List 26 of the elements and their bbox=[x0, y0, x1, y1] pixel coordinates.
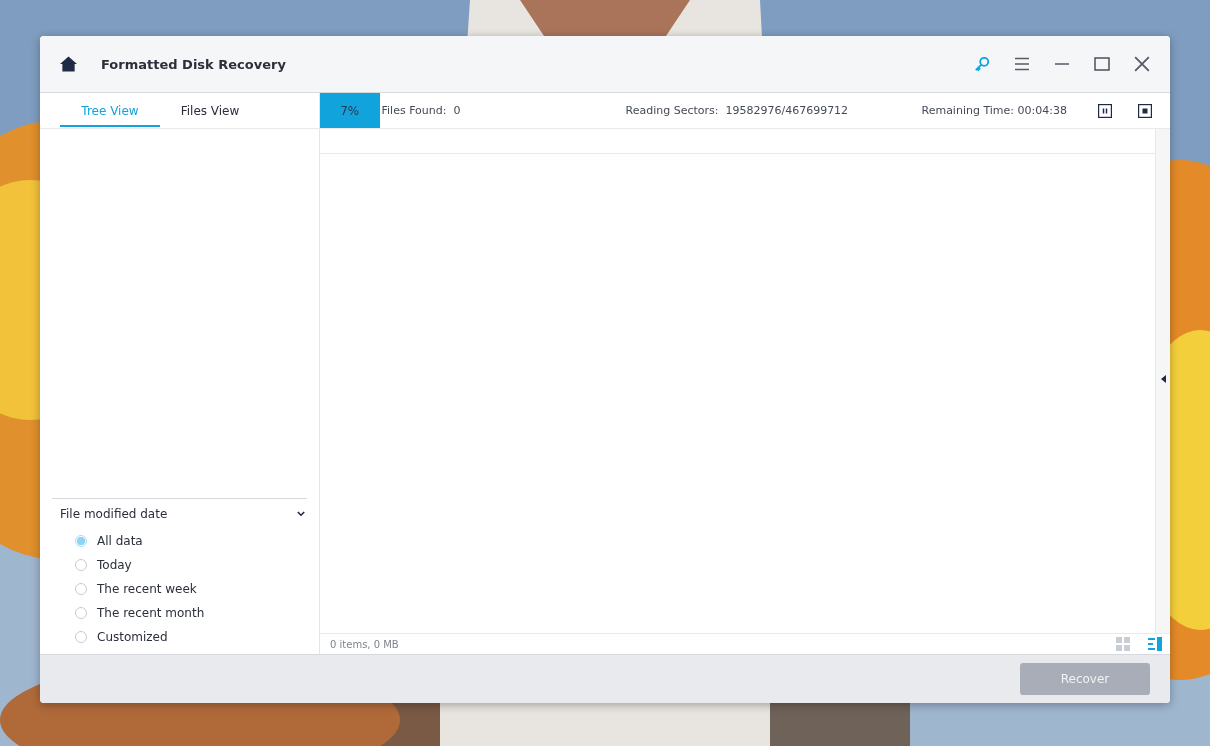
chevron-icon[interactable] bbox=[297, 511, 305, 517]
radio-label: Customized bbox=[97, 630, 168, 644]
home-icon[interactable] bbox=[60, 56, 77, 72]
filter-title: File modified date bbox=[60, 507, 168, 521]
progress-percent: 7% bbox=[340, 103, 360, 118]
pause-icon[interactable] bbox=[1097, 103, 1112, 118]
radio-button[interactable] bbox=[75, 535, 87, 547]
collapse-arrow-icon[interactable] bbox=[1161, 375, 1166, 383]
radio-label: All data bbox=[97, 534, 143, 548]
tab[interactable]: Tree View bbox=[60, 93, 160, 127]
radio-label: The recent week bbox=[97, 582, 197, 596]
close-icon[interactable] bbox=[1134, 56, 1150, 72]
stop-icon[interactable] bbox=[1137, 103, 1152, 118]
radio-label: The recent month bbox=[97, 606, 205, 620]
maximize-icon[interactable] bbox=[1094, 56, 1110, 72]
files-found-text: Files Found: 0 bbox=[381, 104, 462, 117]
tab[interactable]: Files View bbox=[160, 93, 260, 127]
remaining-time-text: Remaining Time: 00:04:38 bbox=[921, 104, 1068, 117]
key-icon[interactable] bbox=[974, 56, 990, 72]
status-text: 0 items, 0 MB bbox=[330, 638, 399, 650]
sectors-text: Reading Sectors: 19582976/467699712 bbox=[625, 104, 850, 117]
scrollbar[interactable] bbox=[1155, 129, 1170, 633]
window-title: Formatted Disk Recovery bbox=[101, 56, 286, 72]
menu-icon[interactable] bbox=[1014, 56, 1030, 72]
radio-label: Today bbox=[97, 558, 132, 572]
list-view-icon[interactable] bbox=[1148, 637, 1162, 651]
